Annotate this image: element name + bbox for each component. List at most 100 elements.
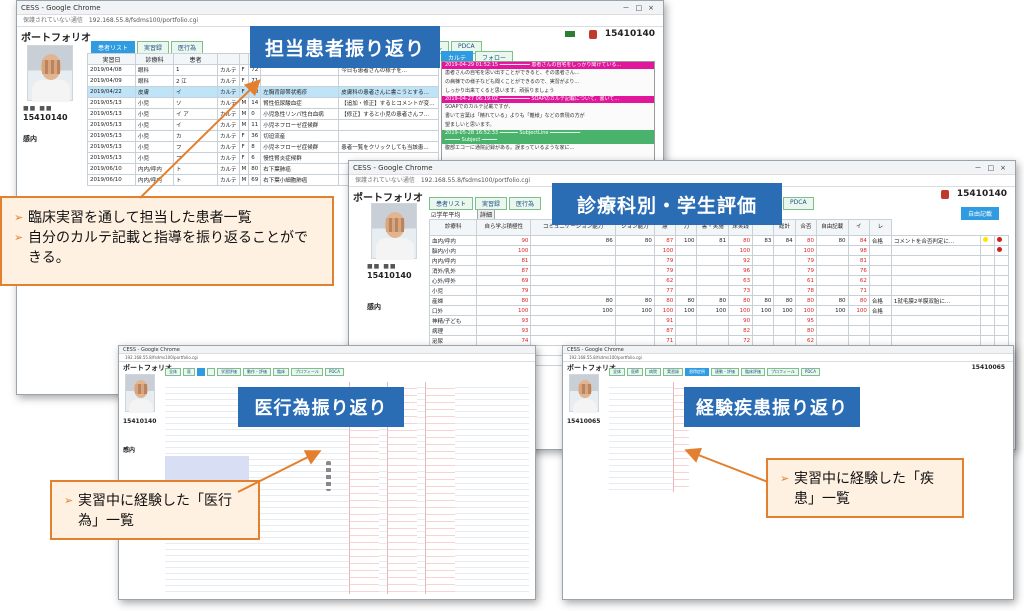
eval-score: 92 — [728, 255, 754, 266]
log-text: の病棟での様子なども聞くことができるので、実習がより... — [445, 79, 580, 85]
tab-patient-list[interactable]: 患者リスト — [429, 197, 474, 210]
table-row[interactable]: 2019/04/09 眼科 2 江カルテ F 71 — [87, 75, 439, 87]
eval-score — [675, 275, 698, 286]
tab-item[interactable]: 動作・評価 — [243, 368, 271, 376]
eval-row[interactable]: 口外 100 100 100 100 100 100 100 100 100 100 100 100 合格 — [428, 305, 1009, 316]
eval-score — [696, 275, 730, 286]
cell-dept: 小児 — [135, 108, 174, 120]
cell-karte[interactable]: カルテ — [217, 119, 240, 131]
window-titlebar[interactable]: CESS - Google Chrome －□× — [349, 161, 1015, 175]
grade-average-checkbox[interactable]: ☑学年平均 — [431, 210, 460, 219]
eval-score: 80 — [476, 295, 532, 306]
eval-flag-2 — [994, 265, 1009, 276]
cell-karte[interactable]: カルテ — [217, 163, 240, 175]
tab-item[interactable]: 医 — [183, 368, 195, 376]
cell-karte[interactable]: カルテ — [217, 86, 240, 98]
table-row[interactable]: 2019/05/13 小児イ アカルテ M 0 小児急性リンパ性白血病 【修正】すると小児… — [87, 108, 439, 120]
table-row[interactable]: 2019/05/13 小児イカルテ M 11 小児ネフローゼ症候群 — [87, 119, 439, 131]
eval-score: 83 — [752, 235, 775, 246]
eval-free-text — [890, 275, 982, 286]
tab-item[interactable]: 医師 — [627, 368, 643, 376]
tab-pdca[interactable]: PDCA — [783, 197, 814, 210]
cell-dept: 小児 — [135, 97, 174, 109]
cell-dept: 内内/呼内 — [135, 174, 174, 186]
table-row[interactable]: 2019/05/13 小児カカルテ F 36 切迫流産 — [87, 130, 439, 142]
eval-score — [675, 335, 698, 346]
eval-row[interactable]: 内内/呼内 81 79 92 79 81 — [428, 255, 1009, 266]
tab-item[interactable]: PDCA — [800, 368, 820, 376]
window-titlebar[interactable]: CESS - Google Chrome — [563, 346, 1013, 354]
tab-item[interactable]: 病院 — [645, 368, 661, 376]
eval-row[interactable]: 泌尿 74 71 72 62 — [428, 335, 1009, 346]
eval-score: 91 — [653, 315, 677, 326]
col-dept: 診療科 — [135, 53, 174, 65]
tab-item[interactable]: 実習録 — [663, 368, 683, 376]
eval-score — [675, 255, 698, 266]
eval-row[interactable]: 病理 93 87 82 80 — [428, 325, 1009, 336]
experience-dots — [326, 461, 331, 491]
window-titlebar[interactable]: CESS - Google Chrome －□× — [17, 1, 663, 15]
eval-score — [752, 325, 775, 336]
eval-dept: 神精/子ども — [428, 315, 478, 326]
eval-score — [614, 315, 655, 326]
cell-dept: 小児 — [135, 130, 174, 142]
cell-disease: 慢性腎炎症候群 — [260, 152, 340, 164]
tab-item[interactable]: 全体 — [609, 368, 625, 376]
cell-karte[interactable]: カルテ — [217, 64, 240, 76]
cell-karte[interactable]: カルテ — [217, 108, 240, 120]
cell-karte[interactable]: カルテ — [217, 141, 240, 153]
eval-score — [696, 255, 730, 266]
log-subject-bar: ━━━━━ Subject ━━━━━ — [442, 137, 654, 144]
yellow-status-icon — [983, 237, 989, 242]
eval-row[interactable]: 血内/呼内 90 86 80 87 100 81 80 83 84 80 80 84 合格 コメントを合否判… — [428, 235, 1009, 246]
eval-row[interactable]: 産婦 80 80 80 80 80 80 80 80 80 80 80 80 合格 1就毛膜2羊膜双胎に..… — [428, 295, 1009, 306]
tab-item[interactable]: プロフィール — [291, 368, 323, 376]
window-titlebar[interactable]: CESS - Google Chrome — [119, 346, 535, 354]
cell-karte[interactable]: カルテ — [217, 152, 240, 164]
eval-score — [815, 285, 849, 296]
cell-karte[interactable]: カルテ — [217, 130, 240, 142]
eval-score — [614, 275, 655, 286]
table-row[interactable]: 2019/04/22 皮膚イカルテ F 70 左胸背部帯状疱疹 皮膚科の患者さんに書こうと… — [87, 86, 439, 98]
cell-karte[interactable]: カルテ — [217, 97, 240, 109]
eval-score: 81 — [476, 255, 532, 266]
tab-item[interactable]: 臨床 — [273, 368, 289, 376]
eval-score — [530, 335, 616, 346]
disease-tabs: 全体 医師 病院 実習録 習得症例 連動・評価 臨床評価 プロフィール PDCA — [609, 368, 820, 376]
eval-row[interactable]: 脳内/小内 100 100 100 100 98 — [428, 245, 1009, 256]
eval-score — [614, 285, 655, 296]
address-bar[interactable]: 192.168.55.8/fsdms100/portfolio.cgi — [119, 354, 535, 362]
eval-total: 62 — [847, 275, 870, 286]
eval-row[interactable]: 神精/子ども 93 91 90 95 — [428, 315, 1009, 326]
tab-item[interactable]: 習得症例 — [685, 368, 709, 376]
tab-item[interactable]: 連動・評価 — [711, 368, 739, 376]
cell-sex: F — [238, 130, 250, 142]
eval-score: 61 — [794, 275, 817, 286]
tab-item[interactable] — [197, 368, 205, 376]
tab-item[interactable]: 学習評価 — [217, 368, 241, 376]
eval-row[interactable]: 小児 79 77 73 78 71 — [428, 285, 1009, 296]
window-controls[interactable]: －□× — [975, 161, 1012, 175]
eval-pass — [868, 275, 892, 286]
cell-karte[interactable]: カルテ — [217, 75, 240, 87]
red-status-icon — [997, 237, 1003, 242]
window-controls[interactable]: －□× — [623, 1, 660, 15]
eval-flag-1 — [980, 275, 996, 286]
eval-row[interactable]: 心外/呼外 69 62 63 61 62 — [428, 275, 1009, 286]
eval-free-text — [890, 315, 982, 326]
cell-karte[interactable]: カルテ — [217, 174, 240, 186]
tab-item[interactable]: 全体 — [165, 368, 181, 376]
insecure-label: 保護されていない通信 — [355, 177, 415, 184]
table-row[interactable]: 2019/05/13 小児ソカルテ M 14 腎性低尿酸血症 【追加・修正】するとコメント… — [87, 97, 439, 109]
tab-item[interactable]: PDCA — [324, 368, 344, 376]
tab-item[interactable] — [207, 368, 215, 376]
address-bar[interactable]: 192.168.55.8/fsdms100/portfolio.cgi — [563, 354, 1013, 362]
eval-row[interactable]: 消外/乳外 87 79 96 79 76 — [428, 265, 1009, 276]
table-row[interactable]: 2019/05/13 小児フカルテ F 8 小児ネフローゼ症候群 患者一覧をクリックしても… — [87, 141, 439, 153]
eval-score — [773, 245, 796, 256]
tab-medical-acts[interactable]: 医行為 — [509, 197, 542, 210]
eval-score: 82 — [728, 325, 754, 336]
tab-item[interactable]: 臨床評価 — [741, 368, 765, 376]
cell-dept: 皮膚 — [135, 86, 174, 98]
tab-item[interactable]: プロフィール — [767, 368, 799, 376]
